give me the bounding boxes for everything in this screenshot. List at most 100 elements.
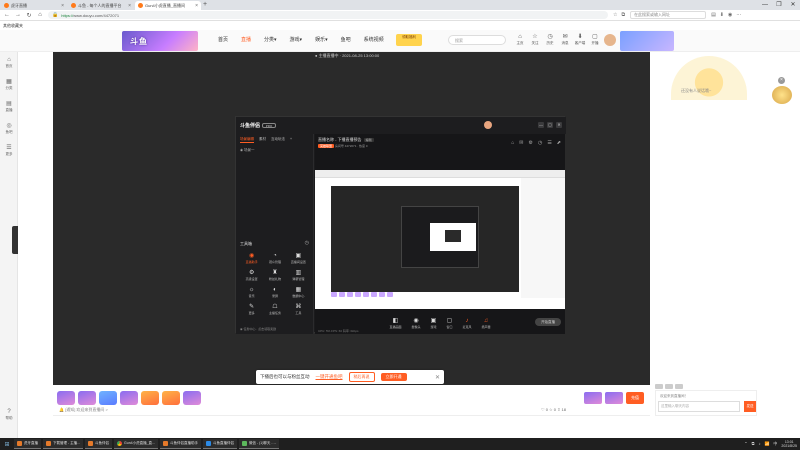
- taskbar-app[interactable]: Gun4小虎直播_直...: [114, 439, 158, 449]
- bookmark-other[interactable]: 其他收藏夹: [3, 23, 23, 29]
- nav-item[interactable]: 游戏▾: [290, 36, 303, 43]
- header-icon-button[interactable]: ◷ 历史: [544, 34, 556, 46]
- chat-input[interactable]: 这里输入聊天内容: [658, 401, 740, 412]
- gift-item[interactable]: [183, 391, 201, 405]
- url-field[interactable]: 🔒 https://www.douyu.com/4472071: [48, 11, 608, 19]
- chat-badge[interactable]: [675, 384, 683, 389]
- close-window-button[interactable]: ✕: [786, 0, 800, 10]
- tool-icon: ▦: [295, 287, 302, 293]
- tray-icon[interactable]: ♪: [758, 441, 760, 447]
- nav-item[interactable]: 首页: [218, 36, 228, 43]
- close-icon[interactable]: ×: [778, 77, 785, 84]
- profile-icon[interactable]: ◉: [728, 12, 732, 18]
- forward-icon[interactable]: →: [15, 12, 21, 18]
- tray-clock[interactable]: 13:01 2021/8/25: [781, 440, 797, 449]
- nav-item[interactable]: 分类▾: [264, 36, 277, 43]
- taskbar-app[interactable]: 虎牙直播: [14, 439, 41, 449]
- sidebar-item[interactable]: ▤ 直播: [0, 96, 18, 118]
- gift-item[interactable]: [162, 391, 180, 405]
- tab-close-icon[interactable]: ×: [195, 3, 198, 9]
- header-icon-button[interactable]: ⌂ 主页: [514, 34, 526, 46]
- reload-icon[interactable]: ↻: [26, 12, 32, 19]
- taskbar-app[interactable]: 斗鱼伴侣: [85, 439, 113, 449]
- nav-item[interactable]: 娱乐▾: [315, 36, 328, 43]
- tab-close-icon[interactable]: ×: [61, 3, 64, 9]
- collections-icon[interactable]: ▤: [711, 12, 716, 18]
- taskbar-app[interactable]: 斗鱼直播伴侣: [202, 439, 237, 449]
- tab-close-icon[interactable]: ×: [128, 3, 131, 9]
- gift-item[interactable]: [78, 391, 96, 405]
- chat-badge[interactable]: [655, 384, 663, 389]
- browser-tab[interactable]: 斗鱼 - 每个人的直播平台 ×: [68, 1, 134, 10]
- star-icon[interactable]: ☆: [613, 12, 617, 18]
- preview-nested-player: [331, 186, 519, 292]
- nav-item[interactable]: 鱼吧: [341, 36, 351, 43]
- site-banner-right[interactable]: [620, 31, 674, 51]
- notice-later-button[interactable]: 稍后再说: [348, 372, 375, 382]
- nav-item[interactable]: 直播: [241, 36, 251, 43]
- gift-item[interactable]: [99, 391, 117, 405]
- recharge-button[interactable]: 充值: [626, 392, 644, 404]
- extension-icon[interactable]: ⧉: [621, 12, 625, 18]
- app-status-line: CPU: 5% FPS: 60 码率: 0kbps: [318, 329, 359, 333]
- sidebar-item-help[interactable]: ? 帮助: [0, 404, 18, 426]
- notice-link[interactable]: 一键开通鱼吧: [316, 374, 343, 380]
- tab-favicon-icon: [71, 3, 76, 8]
- site-banner[interactable]: 斗鱼: [122, 31, 198, 51]
- notice-close-icon[interactable]: ✕: [435, 374, 440, 381]
- tray-icon[interactable]: 中: [773, 441, 777, 447]
- minimize-button[interactable]: —: [758, 0, 772, 10]
- gift-item[interactable]: [584, 392, 602, 404]
- tray-icon[interactable]: ⌃: [744, 441, 747, 447]
- taskbar-app[interactable]: 微信 - (1)聊天 - ...: [238, 439, 280, 449]
- event-badge[interactable]: [772, 86, 792, 104]
- taskbar-app-label: Gun4小虎直播_直...: [124, 441, 155, 445]
- taskbar-app[interactable]: 下载管理 - 主播...: [43, 439, 84, 449]
- taskbar-app[interactable]: 斗鱼伴侣直播助手: [159, 439, 201, 449]
- app-source-button: ▣ 游戏: [430, 318, 436, 329]
- sidebar-item[interactable]: ◎ 鱼吧: [0, 118, 18, 140]
- download-icon[interactable]: ⬇: [720, 12, 724, 18]
- chat-send-button[interactable]: 发送: [744, 401, 756, 412]
- gift-stats: ♡ 0 ☆ 0 ⇧ 18: [541, 407, 566, 412]
- toolbox-item: ▥ 弹幕管理: [287, 269, 310, 281]
- gift-notice[interactable]: 🔔 [通知] 欢迎来到直播间 >: [59, 407, 108, 413]
- start-button[interactable]: ⊞: [2, 441, 12, 448]
- site-header: 斗鱼 首页 直播 分类▾ 游戏▾ 娱乐▾ 鱼吧 系统视频 领取福利 搜索 ⌂ 主页 ☆ 关注 ◷ 历史…: [0, 30, 800, 52]
- toolbox-settings-icon: ◷: [304, 240, 309, 246]
- user-avatar[interactable]: [604, 34, 616, 46]
- sidebar-item[interactable]: ☰ 更多: [0, 140, 18, 162]
- gift-item[interactable]: [57, 391, 75, 405]
- back-icon[interactable]: ←: [4, 12, 10, 18]
- sidebar-item[interactable]: ⌂ 首页: [0, 52, 18, 74]
- header-icon-button[interactable]: ✉ 消息: [559, 34, 571, 46]
- tool-icon: ▥: [295, 270, 302, 276]
- chat-badge[interactable]: [665, 384, 673, 389]
- gift-item[interactable]: [120, 391, 138, 405]
- gift-item[interactable]: [605, 392, 623, 404]
- address-bar-row: ← → ↻ ⌂ 🔒 https://www.douyu.com/4472071 …: [0, 10, 800, 21]
- browser-tab[interactable]: 虎牙直播 ×: [1, 1, 67, 10]
- tray-icon[interactable]: 📶: [764, 441, 769, 447]
- home-icon[interactable]: ⌂: [37, 12, 43, 18]
- menu-icon[interactable]: ⋯: [736, 12, 741, 18]
- browser-search-input[interactable]: 在此搜索或输入网址: [630, 11, 707, 19]
- app-top-icon: ✉: [519, 140, 524, 146]
- promo-badge[interactable]: 领取福利: [396, 34, 422, 46]
- new-tab-button[interactable]: +: [201, 1, 209, 10]
- os-taskbar: ⊞ 虎牙直播 下载管理 - 主播... 斗鱼伴侣 Gun4小虎直播_直... 斗鱼伴侣直…: [0, 438, 800, 450]
- tray-icon[interactable]: ⧉: [752, 441, 755, 447]
- sidebar-toggle[interactable]: [12, 226, 18, 254]
- browser-tab[interactable]: Gun4小虎直播_直播间 ×: [135, 1, 201, 10]
- header-icon-button[interactable]: ☆ 关注: [529, 34, 541, 46]
- header-icon-button[interactable]: ⬇ 客户端: [574, 34, 586, 46]
- gift-item[interactable]: [141, 391, 159, 405]
- site-search-input[interactable]: 搜索: [448, 35, 506, 45]
- header-icon-button[interactable]: ▢ 开播: [589, 34, 601, 46]
- maximize-button[interactable]: ❐: [772, 0, 786, 10]
- notice-bar: 下播后也可以与粉丝互动 一键开通鱼吧 稍后再说 立即开通 ✕: [256, 370, 444, 384]
- notice-open-button[interactable]: 立即开通: [380, 373, 407, 381]
- sidebar-item[interactable]: ▦ 分类: [0, 74, 18, 96]
- nav-item[interactable]: 系统视频: [364, 36, 384, 43]
- taskbar-apps: 虎牙直播 下载管理 - 主播... 斗鱼伴侣 Gun4小虎直播_直... 斗鱼伴侣直播助…: [14, 439, 280, 449]
